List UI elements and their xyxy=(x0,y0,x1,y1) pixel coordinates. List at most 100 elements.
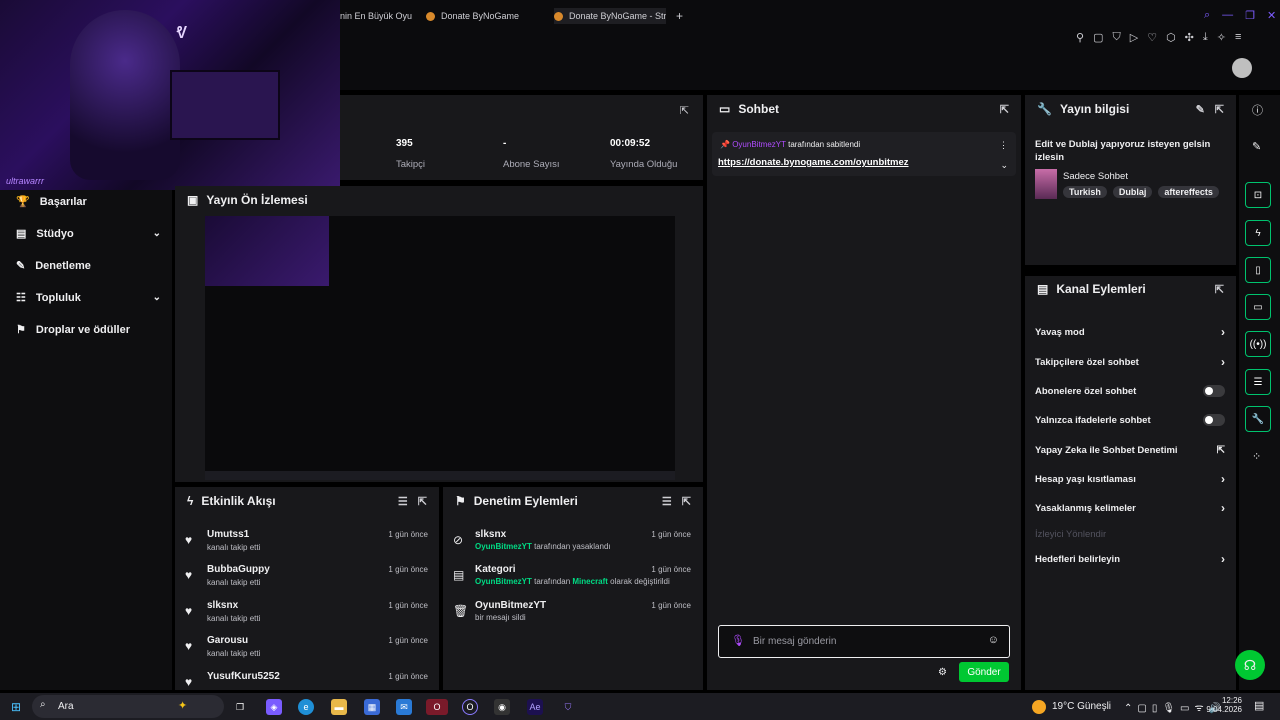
action-account-age[interactable]: Hesap yaşı kısıtlaması › xyxy=(1035,471,1225,487)
extensions-icon[interactable]: ✣ xyxy=(1185,31,1194,44)
stat-followers: 395 Takipçi xyxy=(396,138,426,170)
tag-chip[interactable]: aftereffects xyxy=(1158,186,1219,198)
obs-icon[interactable]: ◉ xyxy=(494,699,510,715)
action-ai-moderation[interactable]: Yapay Zeka ile Sohbet Denetimi ⇱ xyxy=(1035,442,1225,458)
rail-button-quick-actions[interactable]: ⊡ xyxy=(1245,182,1271,208)
chat-input-placeholder: Bir mesaj gönderin xyxy=(753,636,837,647)
support-icon[interactable]: ☊ xyxy=(1235,650,1265,680)
rail-button-broadcast[interactable]: ((•)) xyxy=(1245,331,1271,357)
task-view-icon[interactable]: ❐ xyxy=(232,699,248,715)
action-followers-only[interactable]: Takipçilere özel sohbet › xyxy=(1035,354,1225,370)
v-logo-icon[interactable]: ⛉ xyxy=(560,699,576,715)
nav-item-community[interactable]: ☷ Topluluk ⌄ xyxy=(16,291,161,305)
weather[interactable]: 19°C Güneşli xyxy=(1052,701,1111,712)
edit-icon[interactable]: ✎ xyxy=(1196,103,1205,116)
bynogame-icon xyxy=(554,11,563,21)
store-icon[interactable]: ▦ xyxy=(364,699,380,715)
wrench-icon: 🔧 xyxy=(1037,102,1052,116)
pin-icon[interactable]: ⚲ xyxy=(1076,31,1084,44)
browser-tab[interactable]: nin En Büyük Oyu xyxy=(340,8,412,24)
toggle-switch[interactable] xyxy=(1203,414,1225,426)
edit-icon[interactable]: ✎ xyxy=(1252,140,1261,153)
action-banned-words[interactable]: Yasaklanmış kelimeler › xyxy=(1035,500,1225,516)
clock[interactable]: 12:26 9.04.2026 xyxy=(1206,696,1242,714)
chevron-down-icon[interactable]: ⌄ xyxy=(1000,160,1008,171)
taskbar-search[interactable]: ⌕ Ara ✦ xyxy=(32,695,224,718)
pinned-message[interactable]: 📌 OyunBitmezYT tarafından sabitlendi htt… xyxy=(712,132,1016,176)
popout-icon[interactable]: ⇱ xyxy=(682,495,691,508)
popout-icon[interactable]: ⇱ xyxy=(1000,103,1009,116)
channel-actions-header: ▤ Kanal Eylemleri ⇱ xyxy=(1037,282,1224,296)
copilot-icon[interactable]: ◈ xyxy=(266,699,282,715)
rail-button-list[interactable]: ☰ xyxy=(1245,369,1271,395)
action-slow-mode[interactable]: Yavaş mod › xyxy=(1035,324,1225,340)
after-effects-icon[interactable]: Ae xyxy=(527,699,543,715)
nav-item-achievements[interactable]: 🏆 Başarılar xyxy=(16,195,161,209)
chat-input[interactable]: 🎙 Bir mesaj gönderin ☺ xyxy=(718,625,1010,658)
close-icon[interactable]: ✕ xyxy=(1267,9,1276,22)
pinned-link[interactable]: https://donate.bynogame.com/oyunbitmez xyxy=(718,157,909,168)
filter-icon[interactable]: ☰ xyxy=(398,495,408,508)
new-tab-button[interactable]: + xyxy=(676,8,688,24)
opera-icon[interactable]: O xyxy=(462,699,478,715)
stream-info-panel: 🔧 Yayın bilgisi ✎ ⇱ Edit ve Dublaj yapıyo… xyxy=(1025,95,1236,265)
play-icon[interactable]: ▷ xyxy=(1130,31,1138,44)
chat-icon: ▭ xyxy=(719,102,731,116)
bolt-icon: ϟ xyxy=(187,494,194,508)
popout-icon[interactable]: ⇱ xyxy=(680,104,689,117)
restore-icon[interactable]: ❐ xyxy=(1245,9,1255,22)
rail-button-chat[interactable]: ▭ xyxy=(1245,294,1271,320)
activity-item: ♥ slksnx kanalı takip etti 1 gün önce xyxy=(185,600,428,623)
rail-button-bolt[interactable]: ϟ xyxy=(1245,220,1271,246)
action-subscribers-only[interactable]: Abonelere özel sohbet xyxy=(1035,383,1225,399)
nav-item-studio[interactable]: ▤ Stüdyo ⌄ xyxy=(16,227,161,241)
edge-icon[interactable]: e xyxy=(298,699,314,715)
emoji-icon[interactable]: ☺ xyxy=(988,634,999,646)
tab-title: nin En Büyük Oyu xyxy=(340,11,412,21)
heart-icon: ♥ xyxy=(185,568,193,582)
opera-gx-icon[interactable]: O xyxy=(426,699,448,715)
rail-button-wrench[interactable]: 🔧 xyxy=(1245,406,1271,432)
settings-icon[interactable]: ⚙ xyxy=(938,667,947,678)
popout-icon[interactable]: ⇱ xyxy=(418,495,427,508)
info-icon[interactable]: ⓘ xyxy=(1252,102,1263,118)
download-icon[interactable]: ⤓ xyxy=(1203,31,1208,44)
external-link-icon: ⇱ xyxy=(1216,444,1225,456)
trophy-icon: 🏆 xyxy=(16,196,30,208)
notification-icon[interactable]: ▤ xyxy=(1254,699,1264,712)
stream-preview-video[interactable] xyxy=(205,216,675,480)
filter-icon[interactable]: ☰ xyxy=(662,495,672,508)
popout-icon[interactable]: ⇱ xyxy=(1215,103,1224,116)
action-emote-only[interactable]: Yalnızca ifadelerle sohbet xyxy=(1035,412,1225,428)
avatar[interactable] xyxy=(1232,58,1252,78)
heart-icon[interactable]: ♡ xyxy=(1147,31,1157,44)
action-set-goals[interactable]: Hedefleri belirleyin › xyxy=(1035,551,1225,567)
rail-button-doc[interactable]: ▯ xyxy=(1245,257,1271,283)
tag-chip[interactable]: Turkish xyxy=(1063,186,1107,198)
toggle-switch[interactable] xyxy=(1203,385,1225,397)
mail-icon[interactable]: ✉ xyxy=(396,699,412,715)
ai-icon[interactable]: ✧ xyxy=(1217,31,1226,44)
moderator-icon: ⚑ xyxy=(455,494,466,508)
minimize-icon[interactable]: — xyxy=(1222,9,1233,22)
search-icon[interactable]: ⌕ xyxy=(1204,9,1210,22)
shield-icon[interactable]: ⛉ xyxy=(1112,31,1120,44)
extensions-icon[interactable]: ⁘ xyxy=(1252,450,1261,463)
tag-chip[interactable]: Dublaj xyxy=(1112,186,1153,198)
more-icon[interactable]: ⋮ xyxy=(999,140,1008,151)
nav-item-drops[interactable]: ⚑ Droplar ve ödüller xyxy=(16,323,161,337)
send-button[interactable]: Gönder xyxy=(959,662,1009,682)
mic-icon[interactable]: 🎙 xyxy=(731,634,745,647)
browser-tab[interactable]: Donate ByNoGame xyxy=(426,8,536,24)
menu-icon[interactable]: ≡ xyxy=(1235,31,1241,44)
nav-item-moderation[interactable]: ✎ Denetleme xyxy=(16,259,161,273)
file-explorer-icon[interactable]: ▬ xyxy=(331,699,347,715)
windows-start-icon[interactable]: ⊞ xyxy=(8,699,24,715)
category-icon: ▤ xyxy=(453,568,465,582)
sun-icon xyxy=(1032,700,1046,714)
popout-icon[interactable]: ⇱ xyxy=(1215,283,1224,296)
screenshot-icon[interactable]: ▢ xyxy=(1093,31,1103,44)
activity-item: ♥ Umutss1 kanalı takip etti 1 gün önce xyxy=(185,529,428,552)
browser-tab-active[interactable]: Donate ByNoGame - Strea xyxy=(554,8,666,24)
box-icon[interactable]: ⬡ xyxy=(1166,31,1176,44)
